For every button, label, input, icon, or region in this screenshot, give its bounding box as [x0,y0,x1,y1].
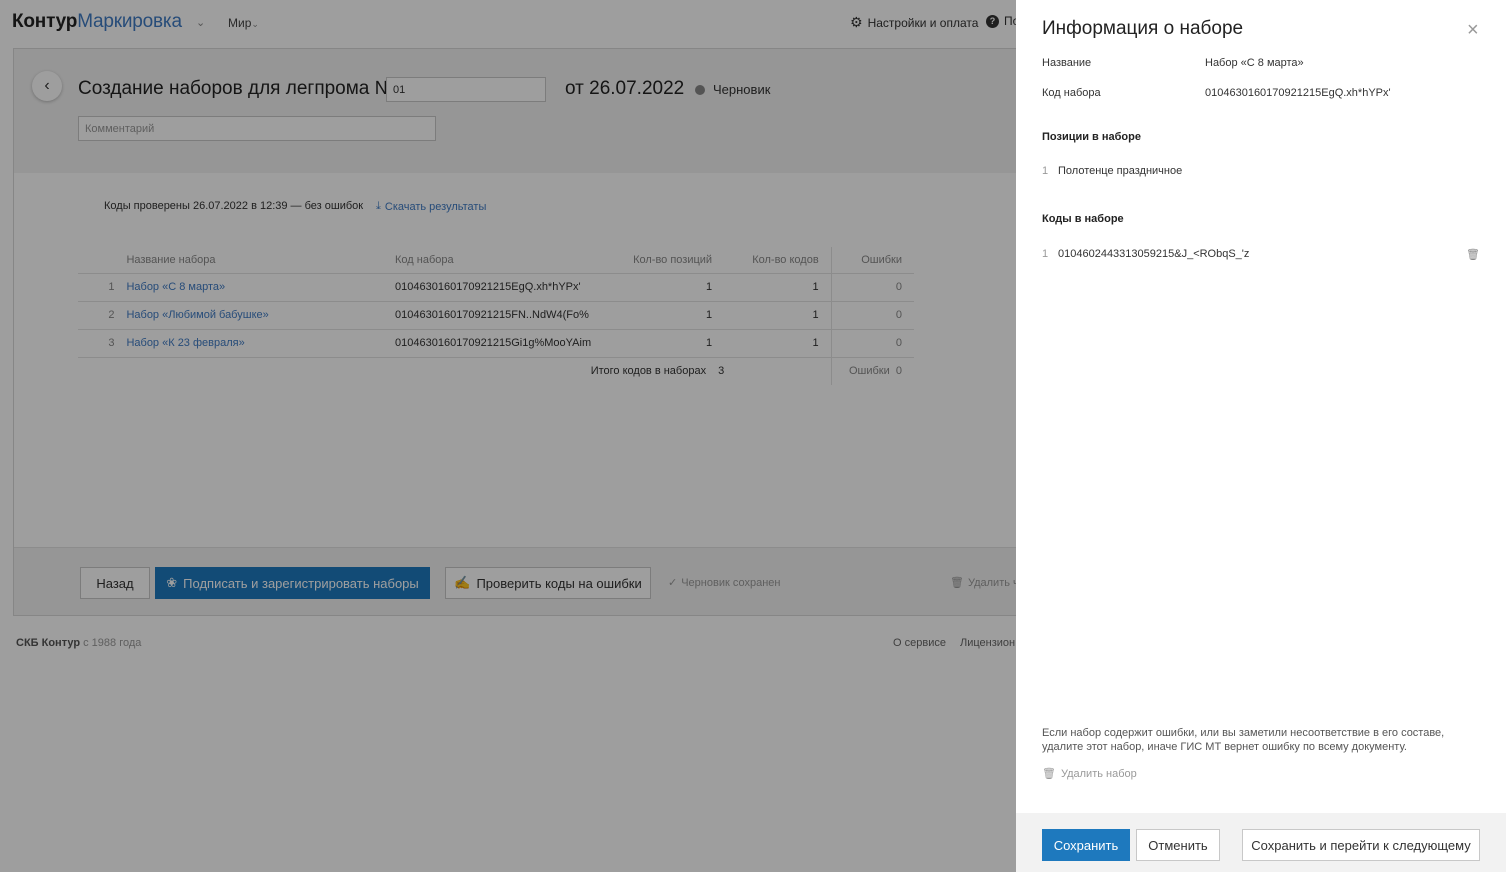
panel-note: Если набор содержит ошибки, или вы замет… [1042,727,1445,753]
position-number: 1 [1042,165,1049,177]
positions-title: Позиции в наборе [1042,131,1141,143]
code-label: Код набора [1042,87,1101,99]
save-button[interactable]: Сохранить [1042,829,1130,861]
code-text: 0104602443313059215&J_<RObqS_'z [1058,248,1250,260]
name-label: Название [1042,57,1092,69]
save-next-button[interactable]: Сохранить и перейти к следующему [1242,829,1480,861]
code-number: 1 [1042,248,1049,260]
code-value: 0104630160170921215EgQ.xh*hYPx' [1205,87,1391,99]
panel-title: Информация о наборе [1042,18,1244,39]
trash-icon: 🗑 [1042,768,1056,780]
delete-set-label: Удалить набор [1060,767,1137,780]
name-value: Набор «С 8 марта» [1205,57,1304,69]
cancel-button[interactable]: Отменить [1136,829,1220,861]
codes-title: Коды в наборе [1042,213,1124,225]
close-icon[interactable]: × [1467,20,1479,40]
panel-footer: Сохранить Отменить Сохранить и перейти к… [1016,813,1506,872]
trash-icon[interactable]: 🗑 [1466,248,1480,261]
delete-set-link[interactable]: 🗑 Удалить набор [1042,767,1137,781]
set-info-panel: Информация о наборе × Название Набор «С … [1016,0,1506,872]
position-name: Полотенце праздничное [1058,165,1183,177]
